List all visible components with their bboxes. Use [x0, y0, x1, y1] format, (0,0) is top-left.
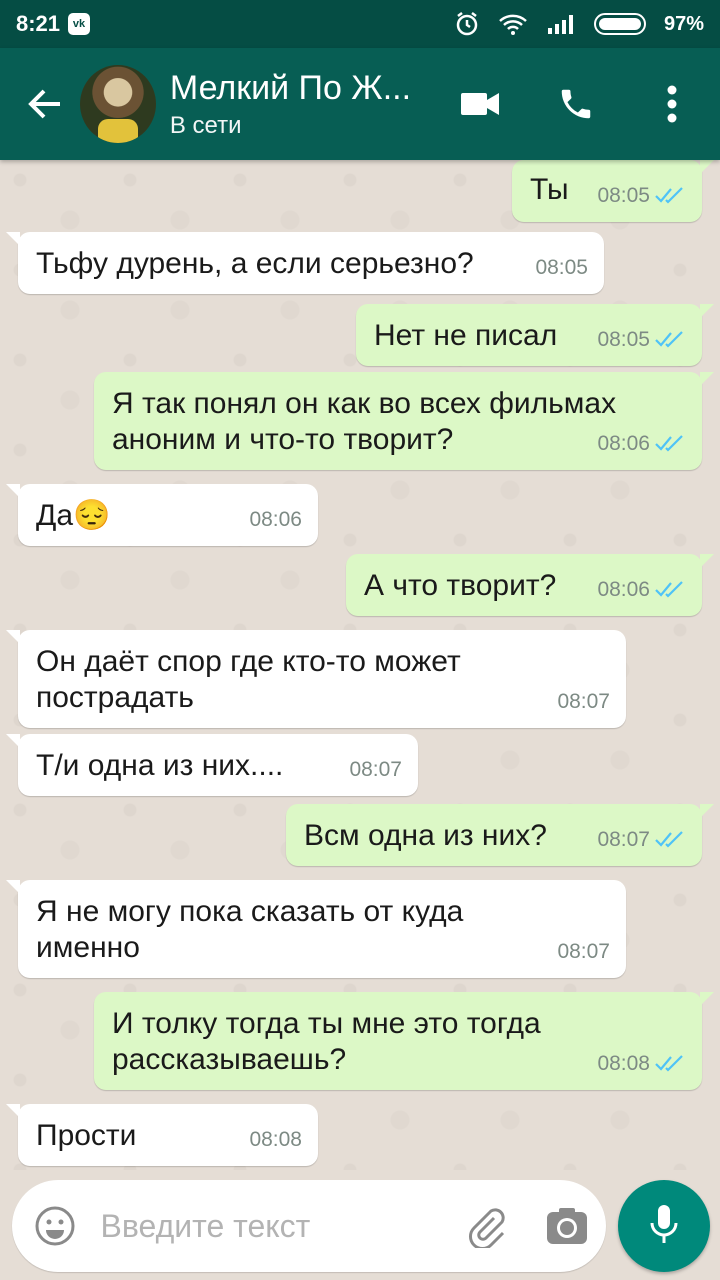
mic-button[interactable]	[618, 1180, 710, 1272]
chat-header: Мелкий По Ж... В сети	[0, 48, 720, 160]
contact-info[interactable]: Мелкий По Ж... В сети	[170, 69, 432, 140]
paperclip-icon[interactable]	[457, 1204, 516, 1248]
status-time: 8:21	[16, 11, 61, 36]
video-call-icon[interactable]	[432, 48, 528, 160]
message-time: 08:06	[249, 508, 302, 531]
message-outgoing[interactable]: Я так понял он как во всех фильмах анони…	[94, 372, 714, 470]
message-text: Т/и одна из них....	[36, 749, 284, 782]
message-outgoing[interactable]: Ты 08:05	[512, 160, 714, 222]
message-outgoing[interactable]: А что творит? 08:06	[346, 554, 714, 616]
message-outgoing[interactable]: Нет не писал 08:05	[356, 304, 714, 366]
message-time: 08:06	[597, 578, 650, 601]
back-arrow-icon[interactable]	[14, 48, 76, 160]
message-time: 08:07	[349, 758, 402, 781]
contact-name: Мелкий По Ж...	[169, 68, 412, 107]
battery-level: 97%	[663, 12, 704, 35]
message-incoming[interactable]: Я не могу пока сказать от куда именно 08…	[6, 880, 626, 978]
message-time: 08:07	[557, 940, 610, 963]
message-time: 08:05	[597, 328, 650, 351]
message-incoming[interactable]: Да😔 08:06	[6, 484, 318, 546]
message-incoming[interactable]: Тьфу дурень, а если серьезно? 08:05	[6, 232, 604, 294]
phone-icon[interactable]	[528, 48, 624, 160]
message-input[interactable]	[98, 1206, 443, 1246]
message-time: 08:06	[597, 432, 650, 455]
message-incoming[interactable]: Т/и одна из них.... 08:07	[6, 734, 418, 796]
signal-icon	[546, 12, 576, 36]
more-vert-icon[interactable]	[624, 48, 720, 160]
message-incoming[interactable]: Он даёт спор где кто-то может пострадать…	[6, 630, 626, 728]
message-text: Он даёт спор где кто-то может пострадать	[36, 645, 461, 714]
message-list[interactable]: Ты 08:05 Тьфу дурень, а если серьезно? 0…	[0, 160, 720, 1170]
message-time: 08:08	[597, 1052, 650, 1075]
battery-icon	[593, 13, 646, 35]
message-text: Я не могу пока сказать от куда именно	[36, 895, 464, 964]
wifi-icon	[498, 12, 528, 36]
message-input-container	[12, 1180, 606, 1272]
camera-icon[interactable]	[527, 1206, 606, 1246]
avatar[interactable]	[80, 65, 156, 143]
contact-status: В сети	[169, 111, 242, 139]
message-text: Тьфу дурень, а если серьезно?	[36, 247, 474, 280]
message-incoming[interactable]: Прости 08:08	[6, 1104, 318, 1166]
message-outgoing[interactable]: И толку тогда ты мне это тогда рассказыв…	[94, 992, 714, 1090]
double-check-icon	[654, 331, 686, 349]
message-text: И толку тогда ты мне это тогда рассказыв…	[112, 1007, 541, 1076]
vk-icon: vk	[68, 13, 91, 35]
mic-icon	[649, 1203, 679, 1250]
message-outgoing[interactable]: Всм одна из них? 08:07	[286, 804, 714, 866]
status-bar: 8:21 vk 97%	[0, 0, 720, 48]
message-time: 08:07	[557, 690, 610, 713]
double-check-icon	[654, 831, 686, 849]
message-text: Я так понял он как во всех фильмах анони…	[112, 387, 617, 456]
message-time: 08:05	[535, 256, 588, 279]
message-time: 08:08	[249, 1128, 302, 1151]
double-check-icon	[654, 581, 686, 599]
double-check-icon	[654, 435, 686, 453]
alarm-icon	[454, 11, 480, 37]
composer	[0, 1170, 720, 1280]
double-check-icon	[654, 187, 686, 205]
message-time: 08:07	[597, 828, 650, 851]
message-time: 08:05	[597, 184, 650, 207]
double-check-icon	[654, 1055, 686, 1073]
emoji-icon[interactable]	[16, 1205, 95, 1247]
